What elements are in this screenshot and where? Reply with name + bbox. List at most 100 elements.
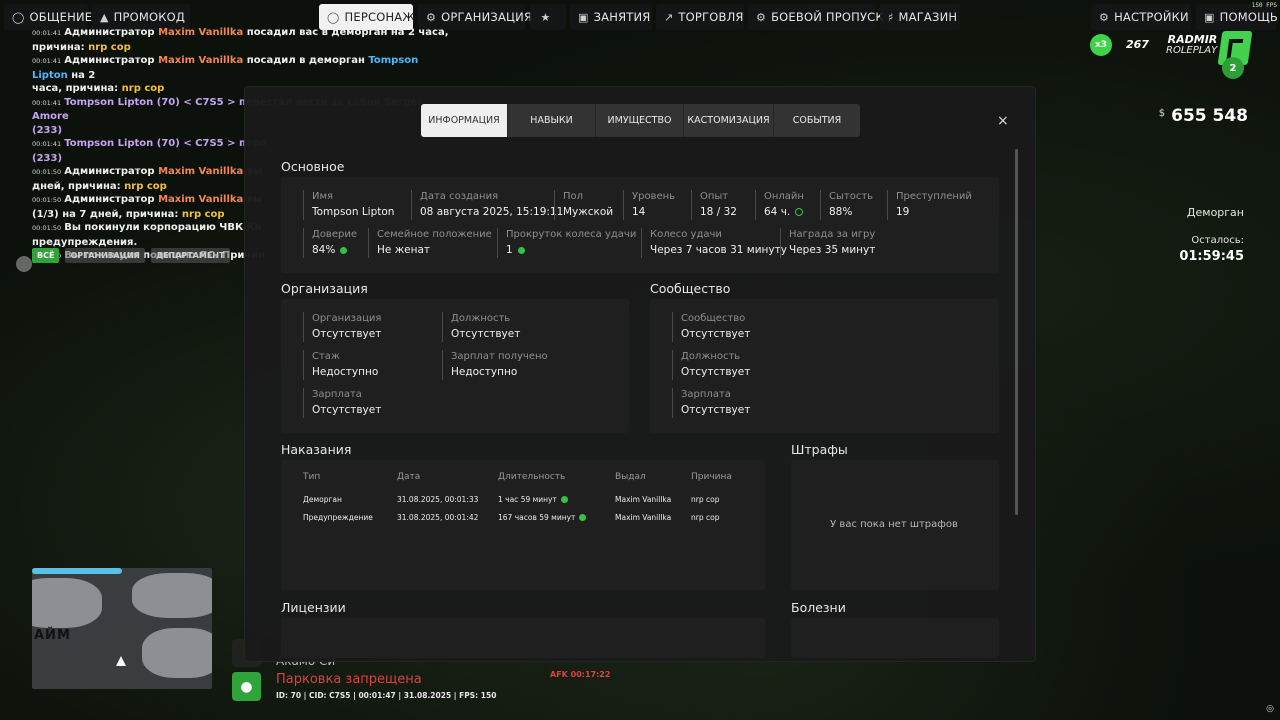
nav-family-button[interactable]: ★: [530, 4, 566, 30]
field-marital-status: Семейное положение Не женат: [368, 228, 492, 258]
tab-events[interactable]: СОБЫТИЯ: [774, 104, 860, 137]
field-created: Дата создания 08 августа 2025, 15:19:11: [411, 190, 563, 220]
organization-section-title: Организация: [281, 281, 368, 296]
org-field-salaries-received: Зарплат получено Недоступно: [442, 350, 548, 380]
chat-text: Tompson Lipton (70) < C7S5 > пере: [64, 138, 267, 149]
field-gender: Пол Мужской: [554, 190, 613, 220]
column-reason: Причина: [691, 472, 732, 482]
chat-text: (233): [32, 124, 63, 136]
tab-skills[interactable]: НАВЫКИ: [508, 104, 596, 137]
table-cell: Деморган: [303, 495, 342, 504]
table-cell: 1 час 59 минут: [498, 495, 568, 504]
player-arrow-icon: [116, 656, 126, 666]
org-field-salary: Зарплата Отсутствует: [303, 388, 381, 418]
chat-text: причина:: [32, 41, 89, 53]
chat-text: Maxim Vanillka: [158, 194, 244, 205]
chat-timestamp: 00:01:41: [32, 29, 62, 37]
fps-counter: 150 FPS: [1251, 2, 1277, 9]
jail-remaining-time: 01:59:45: [1179, 249, 1244, 264]
field-fortune-wheel: Колесо удачи Через 7 часов 31 минуту: [641, 228, 787, 258]
chat-text: Вы покинули корпорацию ЧВК Ка: [64, 222, 262, 233]
licenses-section-title: Лицензии: [281, 600, 346, 615]
nav-trade-button[interactable]: ↗ ТОРГОВЛЯ: [656, 4, 744, 30]
server-number-badge: 2: [1222, 57, 1244, 79]
gift-icon: ▲: [100, 10, 109, 24]
field-trust: Доверие 84%: [303, 228, 357, 258]
punishments-section-title: Наказания: [281, 442, 352, 457]
diseases-section-title: Болезни: [791, 600, 846, 615]
field-name: Имя Tompson Lipton: [303, 190, 394, 220]
table-cell: nrp cop: [691, 513, 720, 522]
chat-avatar: [16, 256, 32, 272]
info-dot-icon[interactable]: [560, 496, 568, 503]
table-cell: 31.08.2025, 00:01:33: [397, 495, 479, 504]
chat-text: на 2: [67, 69, 96, 81]
cart-icon: ♯: [888, 10, 894, 24]
nav-settings-button[interactable]: ⚙ НАСТРОЙКИ: [1091, 4, 1191, 30]
gear-icon: ⚙: [756, 10, 767, 24]
chart-icon: ↗: [664, 10, 674, 24]
column-type: Тип: [303, 472, 321, 482]
chat-tab-organization[interactable]: ОРГАНИЗАЦИЯ: [65, 248, 145, 263]
calendar-icon: ▣: [578, 10, 589, 24]
group-icon: ⚙: [426, 10, 437, 24]
chat-line: причина: nrp cop: [32, 41, 452, 55]
hud-info-line: ID: 70 | CID: C7S5 | 00:01:47 | 31.08.20…: [276, 691, 497, 700]
column-issuer: Выдал: [615, 472, 646, 482]
info-icon[interactable]: [795, 208, 804, 216]
chat-tab-all[interactable]: ВСЁ: [32, 248, 60, 263]
info-dot-icon[interactable]: [517, 246, 525, 254]
chat-text: Maxim Vanillka: [158, 55, 244, 66]
chat-timestamp: 00:01:50: [32, 168, 62, 176]
chat-timestamp: 00:01:50: [32, 196, 62, 204]
microphone-icon[interactable]: ●: [232, 672, 261, 701]
table-cell: 167 часов 59 минут: [498, 513, 587, 522]
chat-text: nrp cop: [121, 83, 165, 94]
chat-text: Администратор: [64, 27, 159, 38]
nav-activities-button[interactable]: ▣ ЗАНЯТИЯ: [570, 4, 652, 30]
chat-text: nrp cop: [88, 41, 131, 53]
tab-information[interactable]: ИНФОРМАЦИЯ: [421, 104, 508, 137]
org-field-tenure: Стаж Недоступно: [303, 350, 378, 380]
field-online: Онлайн 64 ч.: [755, 190, 804, 220]
tab-property[interactable]: ИМУЩЕСТВО: [596, 104, 684, 137]
field-play-reward: Награда за игру Через 35 минут: [780, 228, 875, 258]
hud-parking-status: Парковка запрещена: [276, 672, 422, 687]
brand-text: RADMIR ROLEPLAY: [1166, 33, 1218, 56]
settings-icon: ⚙: [1099, 10, 1110, 24]
chat-text: посадил вас в деморган на 2 часа,: [243, 27, 449, 38]
chat-text: посадил в деморган: [243, 55, 369, 66]
chat-line: 00:01:41 Администратор Maxim Vanillka пос…: [32, 26, 452, 41]
chat-timestamp: 00:01:41: [32, 57, 62, 65]
money-amount: 655 548: [1171, 106, 1248, 126]
chat-text: (1/3) на 7 дней, причина:: [32, 208, 182, 220]
modal-scrollbar[interactable]: [1015, 149, 1018, 515]
field-crimes: Преступлений 19: [887, 190, 972, 220]
close-icon[interactable]: ×: [997, 113, 1009, 129]
info-dot-icon[interactable]: [340, 246, 348, 254]
org-field-position: Должность Отсутствует: [442, 312, 520, 342]
field-experience: Опыт 18 / 32: [691, 190, 737, 220]
diseases-panel: [791, 618, 999, 658]
jail-status: Деморган Осталось: 01:59:45: [1179, 206, 1244, 264]
chat-tab-department[interactable]: ДЕПАРТАМЕНТ: [150, 248, 230, 263]
chat-text: (233): [32, 152, 63, 164]
chat-text: Maxim Vanillka: [158, 166, 244, 177]
nav-shop-button[interactable]: ♯ МАГАЗИН: [880, 4, 960, 30]
nav-battle-pass-button[interactable]: ⚙ БОЕВОЙ ПРОПУСК: [748, 4, 884, 30]
minimap-land: [32, 578, 102, 628]
info-dot-icon[interactable]: [579, 514, 587, 521]
table-cell: nrp cop: [691, 495, 720, 504]
minimap-land: [132, 573, 212, 618]
family-icon: ★: [540, 10, 551, 24]
tab-customization[interactable]: КАСТОМИЗАЦИЯ: [684, 104, 774, 137]
chat-timestamp: 00:01:50: [32, 224, 62, 232]
table-cell: Предупреждение: [303, 513, 373, 522]
chat-text: предупреждения.: [32, 236, 138, 248]
multiplier-badge: x3: [1090, 34, 1112, 56]
help-icon: ▣: [1204, 10, 1215, 24]
field-wheel-spins: Прокруток колеса удачи 1: [497, 228, 636, 258]
licenses-panel: [281, 618, 765, 658]
column-duration: Длительность: [498, 472, 566, 482]
table-cell: 31.08.2025, 00:01:42: [397, 513, 479, 522]
